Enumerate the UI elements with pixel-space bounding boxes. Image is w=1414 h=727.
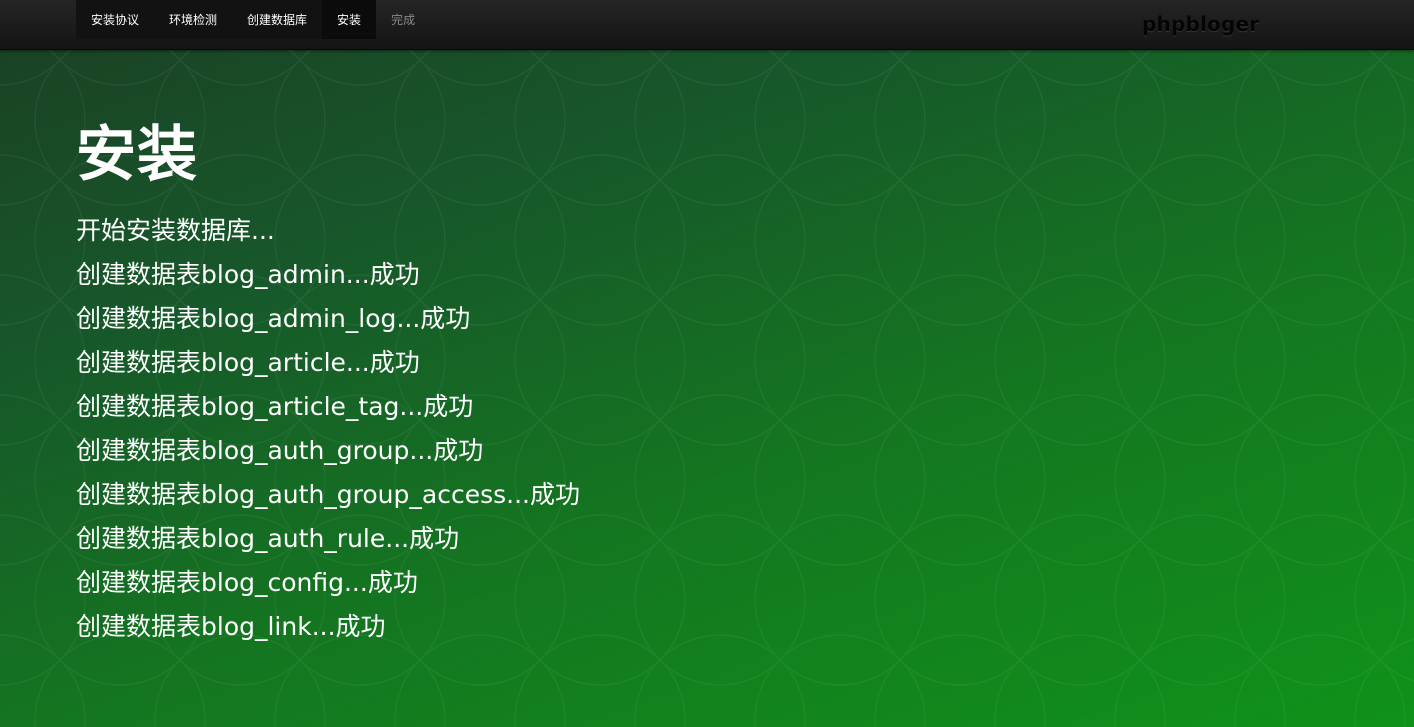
log-line: 创建数据表blog_link...成功 [76,612,386,641]
log-line: 创建数据表blog_config...成功 [76,568,418,597]
log-line: 创建数据表blog_admin...成功 [76,260,420,289]
log-line: 创建数据表blog_auth_rule...成功 [76,524,460,553]
step-create-database[interactable]: 创建数据库 [232,0,323,39]
install-steps-nav: 安装协议 环境检测 创建数据库 安装 完成 [76,0,430,39]
install-content: 安装 开始安装数据库... 创建数据表blog_admin...成功 创建数据表… [76,112,976,649]
page-title: 安装 [76,120,198,190]
log-line: 创建数据表blog_auth_group...成功 [76,436,484,465]
log-line: 创建数据表blog_article...成功 [76,348,420,377]
top-navbar: 安装协议 环境检测 创建数据库 安装 完成 phpbloger [0,0,1414,50]
log-line: 创建数据表blog_auth_group_access...成功 [76,480,580,509]
log-line: 创建数据表blog_article_tag...成功 [76,392,474,421]
log-line: 开始安装数据库... [76,216,275,245]
log-line: 创建数据表blog_admin_log...成功 [76,304,471,333]
step-install[interactable]: 安装 [322,0,377,39]
install-log: 开始安装数据库... 创建数据表blog_admin...成功 创建数据表blo… [76,209,976,649]
step-environment-check[interactable]: 环境检测 [154,0,233,39]
step-install-agreement[interactable]: 安装协议 [76,0,155,39]
brand-logo[interactable]: phpbloger [1142,12,1259,36]
step-finish[interactable]: 完成 [376,0,430,39]
